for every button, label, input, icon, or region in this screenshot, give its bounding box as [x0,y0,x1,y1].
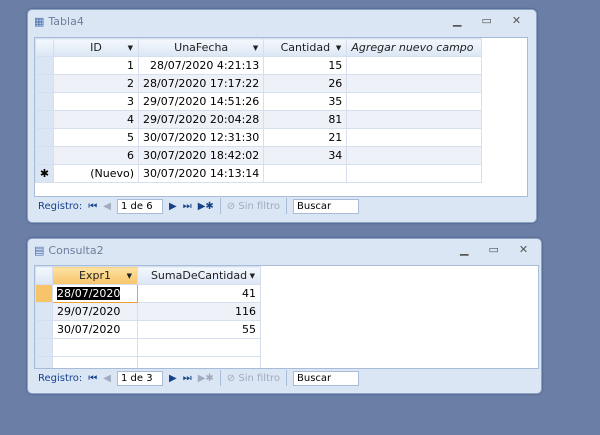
cell-unafecha[interactable]: 29/07/2020 20:04:28 [137,110,265,129]
new-record-icon[interactable]: ▶✱ [198,373,214,384]
close-button[interactable]: ✕ [512,14,521,27]
prev-record-icon[interactable]: ◀ [103,201,111,212]
last-record-icon[interactable]: ⏭ [183,201,192,212]
cell-unafecha[interactable]: 28/07/2020 17:17:22 [137,74,265,93]
cell-expr1[interactable]: 29/07/2020 [52,302,138,321]
prev-record-icon[interactable]: ◀ [103,373,111,384]
cell-cantidad[interactable]: 35 [263,92,348,111]
cell-unafecha[interactable]: 30/07/2020 12:31:30 [137,128,265,147]
table-icon: ▦ [34,15,45,28]
record-navigator: Registro: ⏮ ◀ 1 de 3 ▶ ⏭ ▶✱ ⊘ Sin filtro Bu… [34,368,537,387]
row-selector[interactable] [35,284,53,303]
column-header-unafecha[interactable]: UnaFecha ▼ [137,38,265,57]
table-row[interactable]: 3 29/07/2020 14:51:26 35 [35,92,483,111]
filter-button[interactable]: ⊘ Sin filtro [227,373,280,384]
search-input[interactable]: Buscar [293,198,359,214]
table-row[interactable]: 29/07/2020 116 [35,302,261,321]
cell-id[interactable]: 4 [53,110,139,129]
search-input[interactable]: Buscar [293,370,359,386]
window-title: ▤ Consulta2 [34,244,104,257]
maximize-button[interactable]: ▭ [488,243,498,256]
new-record-row[interactable]: ✱ (Nuevo) 30/07/2020 14:13:14 [35,164,483,183]
row-selector[interactable] [35,110,54,129]
select-all[interactable] [35,266,53,285]
row-selector[interactable] [35,74,54,93]
row-selector[interactable] [35,56,54,75]
add-new-field[interactable]: Agregar nuevo campo [346,38,483,57]
row-selector[interactable] [35,320,53,339]
cell-sumadecantidad[interactable]: 116 [137,302,261,321]
cell-cantidad[interactable]: 21 [263,128,348,147]
cell-unafecha[interactable]: 28/07/2020 4:21:13 [137,56,265,75]
table-row[interactable]: 4 29/07/2020 20:04:28 81 [35,110,483,129]
maximize-button[interactable]: ▭ [481,14,491,27]
row-selector[interactable] [35,92,54,111]
cell-unafecha[interactable]: 30/07/2020 18:42:02 [137,146,265,165]
table-row[interactable]: 2 28/07/2020 17:17:22 26 [35,74,483,93]
column-header-cantidad[interactable]: Cantidad ▼ [263,38,348,57]
datasheet: ID ▼ UnaFecha ▼ Cantidad ▼ Agregar nuevo ca… [34,37,528,197]
cell-cantidad[interactable]: 81 [263,110,348,129]
record-navigator: Registro: ⏮ ◀ 1 de 6 ▶ ⏭ ▶✱ ⊘ Sin filtro Bu… [34,196,526,215]
column-header-id[interactable]: ID ▼ [53,38,139,57]
row-selector[interactable] [35,146,54,165]
cell-cantidad[interactable]: 34 [263,146,348,165]
record-position-input[interactable]: 1 de 6 [117,198,163,214]
row-selector[interactable] [35,302,53,321]
cell-id[interactable]: 3 [53,92,139,111]
query-icon: ▤ [34,244,45,257]
minimize-button[interactable]: ▁ [460,243,468,256]
cell-expr1[interactable]: 30/07/2020 [52,320,138,339]
record-position-input[interactable]: 1 de 3 [117,370,163,386]
cell-sumadecantidad[interactable]: 41 [137,284,261,303]
consulta2-window: ▤ Consulta2 ▁ ▭ ✕ Expr1 ▼ SumaDeCantidad ▼ 28… [27,238,542,394]
table-row[interactable]: 5 30/07/2020 12:31:30 21 [35,128,483,147]
next-record-icon[interactable]: ▶ [169,201,177,212]
table-row[interactable]: 6 30/07/2020 18:42:02 34 [35,146,483,165]
table-row[interactable]: 30/07/2020 55 [35,320,261,339]
cell-id[interactable]: 1 [53,56,139,75]
datasheet: Expr1 ▼ SumaDeCantidad ▼ 28/07/2020 41 29/07… [34,265,539,369]
cell-sumadecantidad[interactable]: 55 [137,320,261,339]
first-record-icon[interactable]: ⏮ [88,373,97,384]
window-title: ▦ Tabla4 [34,15,84,28]
cell-id[interactable]: 5 [53,128,139,147]
tabla4-window: ▦ Tabla4 ▁ ▭ ✕ ID ▼ UnaFecha ▼ Cantidad ▼ Agre… [27,9,537,223]
cell-cantidad[interactable]: 15 [263,56,348,75]
last-record-icon[interactable]: ⏭ [183,373,192,384]
cell-cantidad[interactable]: 26 [263,74,348,93]
table-row[interactable]: 1 28/07/2020 4:21:13 15 [35,56,483,75]
next-record-icon[interactable]: ▶ [169,373,177,384]
minimize-button[interactable]: ▁ [453,14,461,27]
cell-id[interactable]: 6 [53,146,139,165]
row-selector[interactable] [35,128,54,147]
column-header-sumadecantidad[interactable]: SumaDeCantidad ▼ [137,266,261,285]
new-record-icon[interactable]: ▶✱ [198,201,214,212]
column-header-expr1[interactable]: Expr1 ▼ [52,266,138,285]
filter-button[interactable]: ⊘ Sin filtro [227,201,280,212]
table-row[interactable]: 28/07/2020 41 [35,284,261,303]
cell-id[interactable]: 2 [53,74,139,93]
select-all[interactable] [35,38,54,57]
cell-unafecha[interactable]: 29/07/2020 14:51:26 [137,92,265,111]
close-button[interactable]: ✕ [519,243,528,256]
first-record-icon[interactable]: ⏮ [88,201,97,212]
cell-expr1[interactable]: 28/07/2020 [52,284,138,303]
